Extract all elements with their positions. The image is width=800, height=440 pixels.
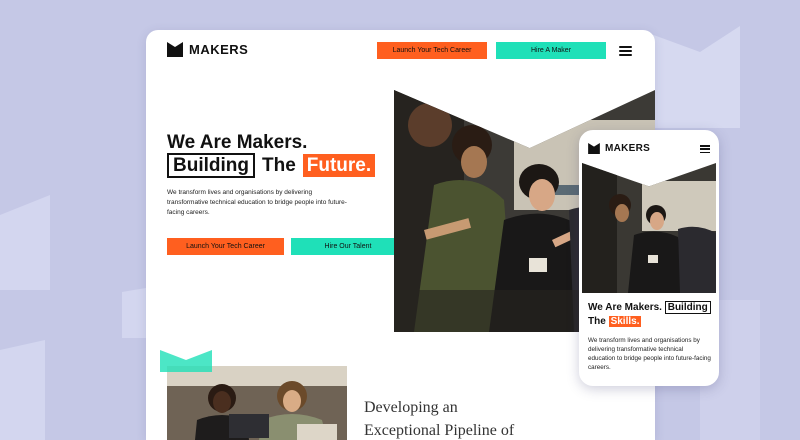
mobile-plain-word: The	[588, 316, 606, 327]
hero-highlight-word: Future.	[302, 154, 376, 177]
hero-paragraph: We transform lives and organisations by …	[167, 189, 347, 216]
hero-heading-line2: Building The Future.	[167, 153, 376, 178]
makers-logo-icon	[167, 42, 183, 57]
launch-career-button[interactable]: Launch Your Tech Career	[167, 238, 284, 255]
decor-chevron-icon	[160, 350, 212, 372]
mobile-website-mockup: MAKERS We Are Makers. Building The Skill…	[579, 130, 719, 386]
hero-heading-line1: We Are Makers.	[167, 132, 308, 153]
section-heading: Developing an Exceptional Pipeline of	[364, 396, 514, 440]
hire-talent-button[interactable]: Hire Our Talent	[291, 238, 405, 255]
students-photo	[167, 366, 347, 440]
mobile-brand-name: MAKERS	[605, 143, 651, 154]
launch-career-nav-button[interactable]: Launch Your Tech Career	[377, 42, 487, 59]
mobile-boxed-word: Building	[664, 301, 711, 314]
section-heading-line1: Developing an	[364, 399, 458, 416]
hero-plain-word: The	[261, 154, 296, 176]
brand-name: MAKERS	[189, 42, 249, 57]
mobile-highlight-word: Skills.	[608, 316, 642, 327]
mobile-hero-paragraph: We transform lives and organisations by …	[588, 337, 711, 371]
hamburger-menu-icon[interactable]	[619, 46, 632, 56]
section-heading-line2: Exceptional Pipeline of	[364, 422, 515, 439]
mobile-brand-logo[interactable]: MAKERS	[588, 143, 650, 154]
header-nav: MAKERS Launch Your Tech Career Hire A Ma…	[146, 30, 655, 72]
mobile-hero-photo	[582, 163, 716, 293]
hire-maker-nav-button[interactable]: Hire A Maker	[496, 42, 606, 59]
hero-boxed-word: Building	[167, 153, 255, 178]
hamburger-menu-icon[interactable]	[700, 145, 710, 153]
brand-logo[interactable]: MAKERS	[167, 42, 248, 57]
mobile-heading-line1: We Are Makers.	[588, 302, 662, 313]
makers-logo-icon	[588, 143, 600, 154]
mobile-hero-heading: We Are Makers. Building The Skills.	[588, 301, 711, 329]
